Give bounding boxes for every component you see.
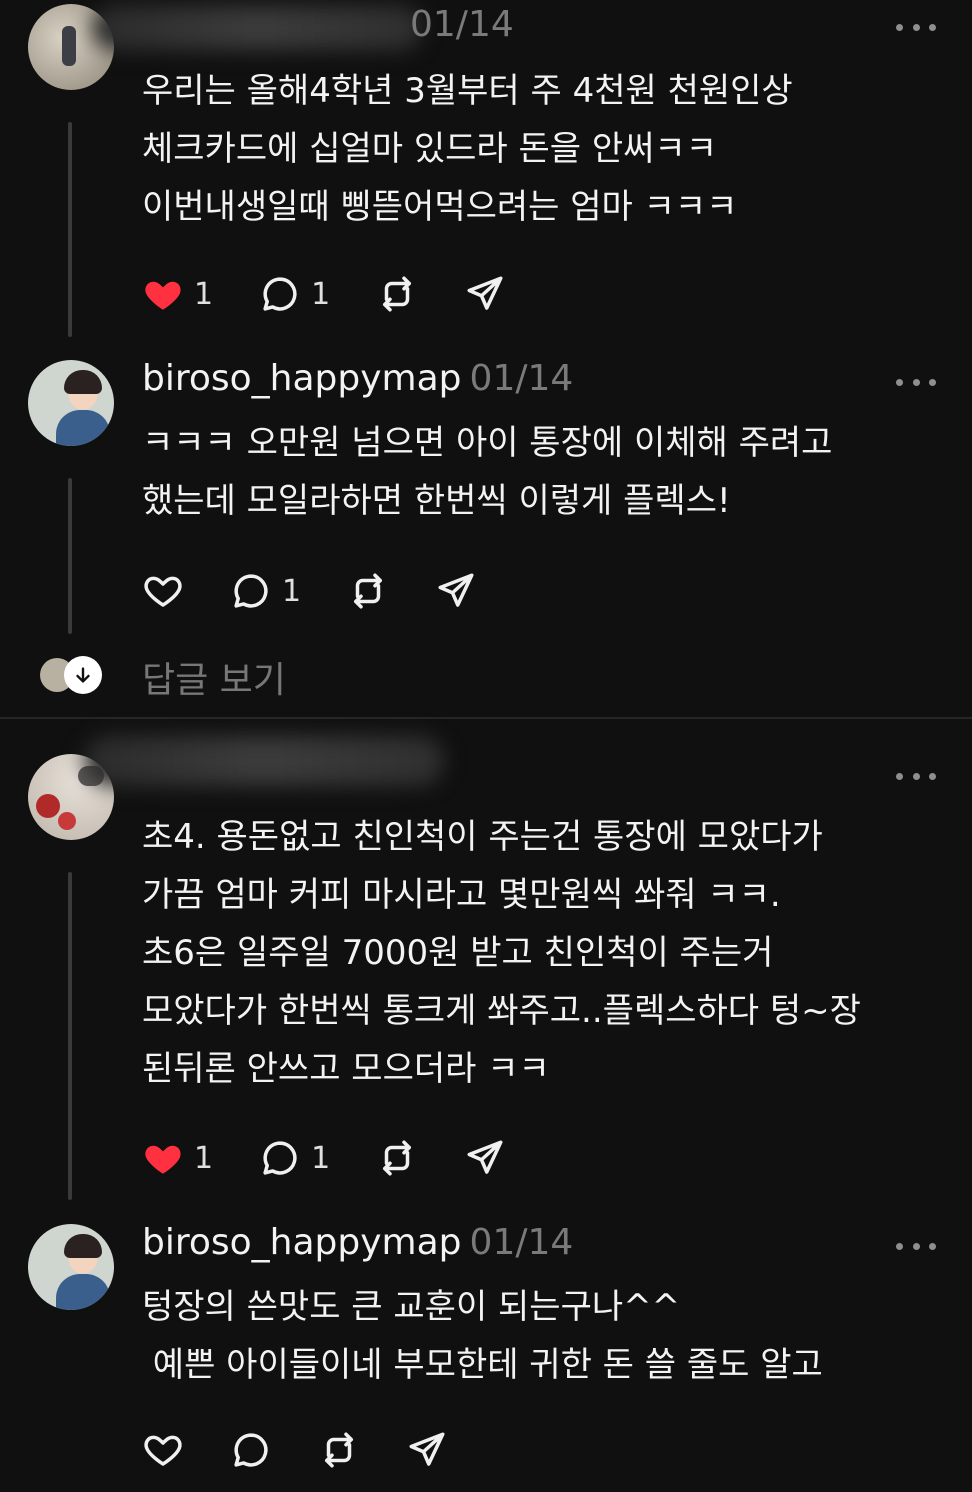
heart-icon (144, 576, 182, 607)
heart-icon (145, 1145, 181, 1174)
arrow-down-icon (64, 656, 102, 694)
share-icon (409, 1432, 445, 1466)
comment-line: 텅장의 쓴맛도 큰 교훈이 되는구나^^ (142, 1287, 681, 1327)
like-button[interactable]: 1 (142, 272, 213, 316)
username[interactable]: biroso_happymap (142, 358, 462, 399)
repost-icon (383, 276, 412, 312)
like-button[interactable] (142, 1428, 184, 1472)
reply-button[interactable] (230, 1428, 272, 1472)
heart-icon (144, 1435, 182, 1466)
like-count: 1 (194, 276, 214, 312)
username[interactable]: biroso_happymap (142, 1222, 462, 1263)
repost-button[interactable] (376, 1136, 418, 1180)
repost-icon (383, 1140, 412, 1176)
comment-date: 01/14 (410, 4, 514, 45)
comment-line: 가끔 엄마 커피 마시라고 몇만원씩 쏴줘 ㅋㅋ. (142, 875, 781, 915)
action-bar (142, 1428, 494, 1472)
repost-icon (354, 573, 383, 609)
comment-line: 체크카드에 십얼마 있드라 돈을 안써ㅋㅋ (142, 129, 717, 169)
repost-button[interactable] (347, 569, 389, 613)
comment-body: 우리는 올해4학년 3월부터 주 4천원 천원인상 체크카드에 십얼마 있드라 … (142, 62, 793, 236)
reply-count: 1 (311, 276, 331, 312)
comment-body: 초4. 용돈없고 친인척이 주는건 통장에 모았다가 가끔 엄마 커피 마시라고… (142, 808, 861, 1098)
thread-line (68, 872, 72, 1200)
more-options-button[interactable] (896, 1239, 936, 1253)
view-replies-link[interactable]: 답글 보기 (142, 651, 286, 703)
like-button[interactable]: 1 (142, 1136, 213, 1180)
avatar[interactable] (28, 360, 114, 446)
reply-button[interactable]: 1 (259, 272, 330, 316)
reply-icon (234, 1433, 268, 1467)
reply-count: 1 (282, 573, 302, 609)
more-options-button[interactable] (896, 769, 936, 783)
comment-header: biroso_happymap 01/14 (142, 1222, 573, 1263)
avatar[interactable] (28, 1224, 114, 1310)
share-icon (467, 1140, 503, 1174)
comment-line: 초6은 일주일 7000원 받고 친인척이 주는거 (142, 933, 774, 973)
comment-date: 01/14 (469, 358, 574, 399)
divider (0, 717, 972, 719)
more-options-button[interactable] (896, 375, 936, 389)
comment-line: 모았다가 한번씩 통크게 쏴주고..플렉스하다 텅~장 (142, 991, 861, 1031)
share-icon (467, 276, 503, 310)
share-button[interactable] (406, 1428, 448, 1472)
share-button[interactable] (464, 272, 506, 316)
username-redacted (84, 736, 444, 786)
reply-icon (263, 277, 297, 311)
action-bar: 1 1 (142, 1136, 552, 1180)
date-text: 01/14 (410, 4, 514, 45)
comment-line: 우리는 올해4학년 3월부터 주 4천원 천원인상 (142, 71, 793, 111)
comment-line: 했는데 모일라하면 한번씩 이렇게 플렉스! (142, 481, 731, 521)
repost-button[interactable] (376, 272, 418, 316)
heart-icon (145, 281, 181, 310)
thread-line (68, 478, 72, 634)
reply-button[interactable]: 1 (259, 1136, 330, 1180)
reply-icon (234, 574, 268, 608)
reply-button[interactable]: 1 (230, 569, 301, 613)
username-redacted (92, 6, 422, 50)
reply-count: 1 (311, 1140, 331, 1176)
reply-icon (263, 1141, 297, 1175)
comment-date: 01/14 (469, 1222, 574, 1263)
thread-line (68, 122, 72, 337)
comment-line: 이번내생일때 삥뜯어먹으려는 엄마 ㅋㅋㅋ (142, 187, 738, 227)
action-bar: 1 (142, 569, 523, 613)
repost-button[interactable] (318, 1428, 360, 1472)
comment-header: biroso_happymap 01/14 (142, 358, 573, 399)
action-bar: 1 1 (142, 272, 552, 316)
repost-icon (325, 1432, 353, 1468)
share-button[interactable] (435, 569, 477, 613)
more-options-button[interactable] (896, 20, 936, 34)
like-count: 1 (194, 1140, 214, 1176)
comment-line: 초4. 용돈없고 친인척이 주는건 통장에 모았다가 (142, 817, 823, 857)
share-icon (438, 573, 474, 607)
comment-line: ㅋㅋㅋ 오만원 넘으면 아이 통장에 이체해 주려고 (142, 423, 833, 463)
like-button[interactable] (142, 569, 184, 613)
share-button[interactable] (464, 1136, 506, 1180)
comment-body: ㅋㅋㅋ 오만원 넘으면 아이 통장에 이체해 주려고 했는데 모일라하면 한번씩… (142, 414, 832, 530)
comment-body: 텅장의 쓴맛도 큰 교훈이 되는구나^^ 예쁜 아이들이네 부모한테 귀한 돈 … (142, 1278, 823, 1394)
comment-line: 된뒤론 안쓰고 모으더라 ㅋㅋ (142, 1049, 550, 1089)
comment-line: 예쁜 아이들이네 부모한테 귀한 돈 쓸 줄도 알고 (142, 1345, 823, 1385)
reply-avatars[interactable] (40, 656, 102, 696)
